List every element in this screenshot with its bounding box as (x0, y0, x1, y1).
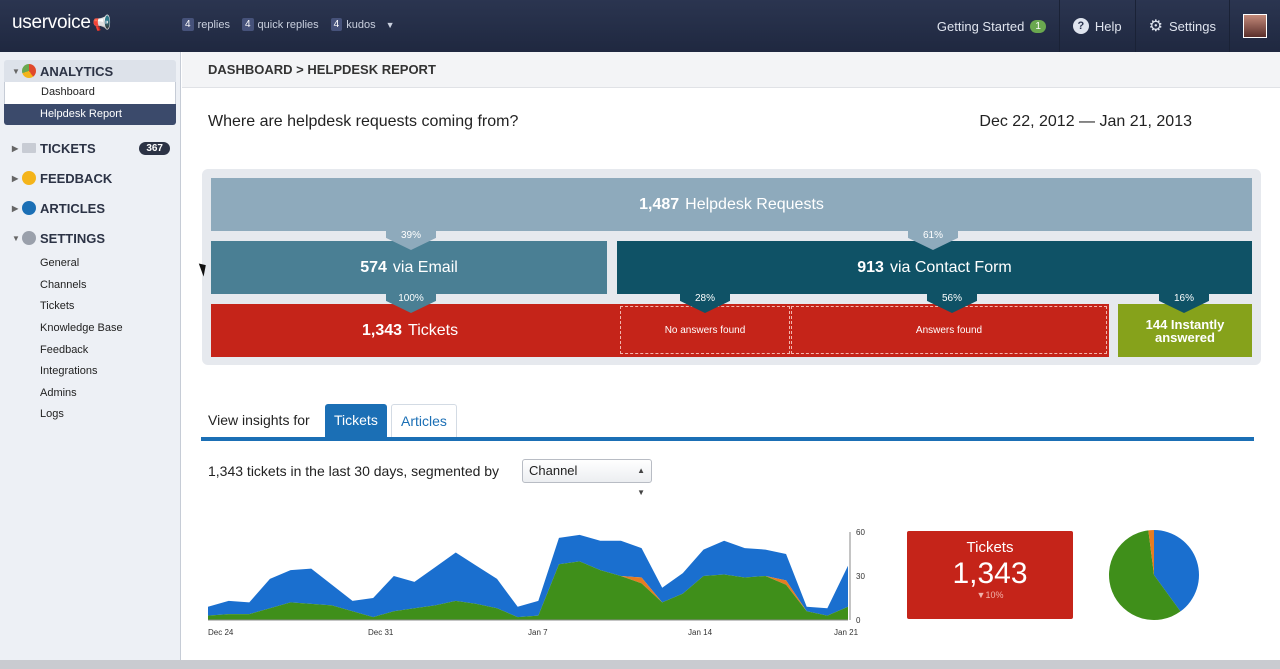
x-tick-label: Jan 21 (834, 628, 859, 637)
kpi-value: 1,343 (952, 557, 1028, 590)
sidebar-item-general[interactable]: General (0, 253, 180, 275)
envelope-icon (22, 143, 36, 154)
expanded-triangle-icon: ▼ (12, 66, 20, 76)
tickets-count: 1,343 (362, 321, 403, 339)
replies-count: 4 (182, 18, 194, 31)
top-bar: uservoice 📢 4 replies 4 quick replies 4 kudo… (0, 0, 1280, 52)
sidebar-item-logs[interactable]: Logs (0, 404, 180, 426)
info-icon (22, 201, 36, 216)
sidebar-section-feedback[interactable]: ▶ FEEDBACK (0, 163, 180, 193)
settings-label: Settings (1169, 18, 1216, 34)
lightbulb-icon (22, 171, 36, 186)
pie-chart-icon (22, 64, 36, 78)
sidebar-item-admins[interactable]: Admins (0, 383, 180, 405)
tab-tickets[interactable]: Tickets (325, 404, 387, 437)
getting-started-badge: 1 (1030, 19, 1046, 33)
contact-form-label: via Contact Form (889, 258, 1012, 276)
analytics-label: ANALYTICS (40, 63, 114, 79)
getting-started-label: Getting Started (936, 18, 1025, 34)
tab-articles[interactable]: Articles (391, 404, 457, 437)
contact-form-count: 913 (857, 258, 884, 276)
help-link[interactable]: ? Help (1058, 0, 1135, 52)
sidebar-item-dashboard[interactable]: Dashboard (4, 82, 176, 104)
logo-text: uservoice (12, 12, 91, 33)
date-range[interactable]: Dec 22, 2012 — Jan 21, 2013 (979, 113, 1192, 131)
caret-down-icon[interactable]: ▼ (386, 18, 395, 31)
getting-started-link[interactable]: Getting Started 1 (924, 0, 1059, 52)
report-question: Where are helpdesk requests coming from? (208, 113, 519, 130)
sidebar-item-channels[interactable]: Channels (0, 275, 180, 297)
x-tick-label: Dec 24 (208, 628, 234, 637)
sidebar-section-analytics[interactable]: ▼ ANALYTICS (4, 60, 176, 82)
y-tick-label: 0 (856, 616, 861, 625)
settings-section-label: SETTINGS (40, 230, 106, 246)
avatar-menu[interactable] (1229, 0, 1280, 52)
email-label: via Email (392, 258, 458, 276)
tickets-label: TICKETS (40, 140, 96, 156)
sidebar-section-settings[interactable]: ▼ SETTINGS (0, 223, 180, 253)
segment-select-value: Channel (529, 463, 578, 478)
sidebar: ▼ ANALYTICS Dashboard Helpdesk Report ▶ … (0, 52, 181, 669)
total-requests-label: Helpdesk Requests (685, 195, 824, 213)
collapsed-triangle-icon: ▶ (12, 203, 19, 213)
x-tick-label: Jan 14 (688, 628, 713, 637)
segment-description: 1,343 tickets in the last 30 days, segme… (208, 463, 500, 479)
sidebar-item-tickets[interactable]: Tickets (0, 296, 180, 318)
funnel-answers-found[interactable]: Answers found (791, 306, 1107, 354)
y-tick-label: 30 (856, 572, 865, 581)
kpi-delta-value: 10% (985, 590, 1004, 600)
settings-link[interactable]: ⚙ Settings (1134, 0, 1229, 52)
sidebar-item-integrations[interactable]: Integrations (0, 361, 180, 383)
email-count: 574 (360, 258, 387, 276)
avatar (1243, 14, 1267, 38)
kpi-delta: ▼10% (907, 590, 1073, 600)
kpi-title: Tickets (966, 539, 1014, 556)
tickets-count-badge: 367 (139, 141, 170, 155)
tab-underline (201, 437, 1254, 441)
select-arrows-icon: ▲ ▼ (637, 466, 645, 497)
channel-pie-chart (1109, 530, 1199, 620)
sidebar-item-knowledge-base[interactable]: Knowledge Base (0, 318, 180, 340)
sidebar-section-tickets[interactable]: ▶ TICKETS 367 (0, 133, 180, 163)
megaphone-icon: 📢 (92, 15, 112, 32)
main-content: DASHBOARD > HELPDESK REPORT Where are he… (182, 52, 1280, 669)
gear-icon: ⚙ (1148, 18, 1164, 35)
funnel-total-requests: 1,487 Helpdesk Requests (211, 178, 1252, 231)
x-tick-label: Jan 7 (528, 628, 548, 637)
tickets-label: Tickets (408, 321, 459, 339)
kudos-label: kudos (346, 18, 376, 31)
replies-link[interactable]: 4 replies (182, 18, 230, 31)
kudos-link[interactable]: 4 kudos (330, 18, 376, 31)
segment-select[interactable]: Channel ▲ ▼ (522, 459, 652, 497)
collapsed-triangle-icon: ▶ (12, 173, 19, 183)
breadcrumb: DASHBOARD > HELPDESK REPORT (182, 52, 1280, 88)
help-label: Help (1094, 18, 1122, 34)
sidebar-item-helpdesk-report[interactable]: Helpdesk Report (4, 103, 176, 126)
help-icon: ? (1072, 18, 1089, 34)
articles-label: ARTICLES (40, 200, 105, 216)
helpdesk-funnel: 1,487 Helpdesk Requests 574 via Email 913 v… (202, 169, 1261, 365)
sidebar-item-feedback[interactable]: Feedback (0, 340, 180, 362)
tickets-kpi-card[interactable]: Tickets 1,343 ▼10% (907, 531, 1073, 619)
quick-replies-label: quick replies (257, 18, 319, 31)
funnel-no-answers[interactable]: No answers found (620, 306, 790, 354)
expanded-triangle-icon: ▼ (12, 233, 20, 243)
window-bottom-bar (0, 660, 1280, 669)
feedback-label: FEEDBACK (40, 170, 113, 186)
top-right-nav: Getting Started 1 ? Help ⚙ Settings (924, 0, 1280, 52)
gear-icon (22, 231, 36, 246)
replies-label: replies (197, 18, 230, 31)
uservoice-logo[interactable]: uservoice 📢 (12, 12, 111, 34)
total-requests-count: 1,487 (639, 195, 680, 213)
kudos-count: 4 (330, 18, 343, 31)
sidebar-section-articles[interactable]: ▶ ARTICLES (0, 193, 180, 223)
top-nav: 4 replies 4 quick replies 4 kudos ▼ (182, 18, 395, 31)
y-tick-label: 60 (856, 528, 865, 537)
quick-replies-link[interactable]: 4 quick replies (241, 18, 319, 31)
quick-replies-count: 4 (241, 18, 254, 31)
tickets-area-chart: Dec 24 Dec 31 Jan 7 Jan 14 Jan 21 0 30 60 (208, 528, 865, 637)
x-tick-label: Dec 31 (368, 628, 394, 637)
view-insights-label: View insights for (208, 412, 310, 428)
collapsed-triangle-icon: ▶ (12, 143, 19, 153)
